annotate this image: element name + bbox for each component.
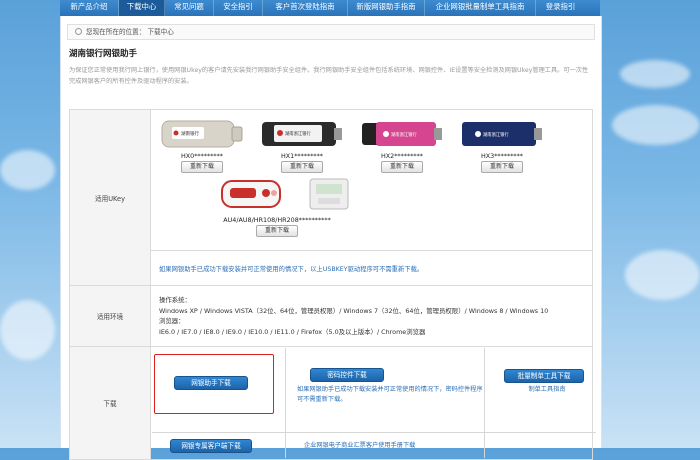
ukey-name: HX0********* xyxy=(180,152,223,160)
nav-item-assistant-guide[interactable]: 新版网银助手指南 xyxy=(348,0,425,16)
nav-item-download-center[interactable]: 下载中心 xyxy=(119,0,165,16)
location-icon xyxy=(75,28,82,35)
download-area: 网银助手下载 密码控件下载 如果网银助手已成功下载安装并可正常使用的情况下，密码… xyxy=(152,348,596,458)
os-list: Windows XP / Windows VISTA（32位、64位，管理员权限… xyxy=(159,306,549,315)
page-title: 湖南银行网银助手 xyxy=(69,49,138,59)
nav-item-security-guide[interactable]: 安全指引 xyxy=(214,0,263,16)
background-cloud xyxy=(0,300,55,360)
ukey-product-hx0: 湖南银行 HX0********* 重新下载 xyxy=(160,119,244,173)
driver-note: 如果网银助手已成功下载安装并可正常使用的情况下，以上USBKEY驱动程序可不需重… xyxy=(150,250,593,286)
nav-item-new-products[interactable]: 新产品介绍 xyxy=(60,0,119,16)
ukey-name: HX2********* xyxy=(380,152,423,160)
security-control-note: 如果网银助手已成功下载安装并可正常使用的情况下，密码控件程序可不需重新下载。 xyxy=(297,386,483,403)
usb-key-hx0-icon: 湖南银行 xyxy=(161,120,243,148)
nav-item-faq[interactable]: 常见问题 xyxy=(165,0,214,16)
usb-key-hx2-icon: 湖南浙江银行 xyxy=(362,122,442,146)
manual-download-link[interactable]: 企业网银电子商业汇票客户使用手册下载 xyxy=(304,441,474,451)
usb-key-hx1-icon: 湖南浙江银行 xyxy=(262,122,342,146)
ukey-name: HX1********* xyxy=(280,152,323,160)
redownload-button[interactable]: 重新下载 xyxy=(255,225,298,237)
svg-text:湖南浙江银行: 湖南浙江银行 xyxy=(391,131,417,138)
nav-item-first-login-guide[interactable]: 客户首次登陆指南 xyxy=(263,0,348,16)
ukey-product-hx3: 湖南浙江银行 HX3********* 重新下载 xyxy=(460,119,544,173)
nav-item-batch-tool-guide[interactable]: 企业网银批量制单工具指南 xyxy=(425,0,536,16)
env-info: 操作系统： Windows XP / Windows VISTA（32位、64位… xyxy=(150,285,593,347)
main-nav: 新产品介绍 下载中心 常见问题 安全指引 客户首次登陆指南 新版网银助手指南 企… xyxy=(60,0,600,16)
background-cloud xyxy=(625,250,700,300)
svg-text:湖南银行: 湖南银行 xyxy=(181,130,199,137)
browser-title: 浏览器： xyxy=(159,317,185,325)
ukey-product-hx1: 湖南浙江银行 HX1********* 重新下载 xyxy=(260,119,344,173)
nav-item-login-guide[interactable]: 登录指引 xyxy=(536,0,585,16)
ukey-label: 适用UKey xyxy=(69,109,151,286)
batch-tool-guide-link[interactable]: 制单工具指南 xyxy=(507,385,587,395)
batch-tool-download-button[interactable]: 批量制单工具下载 xyxy=(504,369,584,383)
download-label: 下载 xyxy=(69,346,151,460)
usb-key-au-icon xyxy=(221,178,349,210)
helper-download-button[interactable]: 网银助手下载 xyxy=(174,376,248,390)
client-download-button[interactable]: 网银专属客户端下载 xyxy=(170,439,252,453)
env-label: 适用环境 xyxy=(69,285,151,347)
download-table: 适用UKey 湖南银行 HX0********* 重新下载 湖南浙江银行 HX1… xyxy=(69,109,596,460)
ukey-product-au: AU4/AU8/HR108/HR208********** 重新下载 xyxy=(182,177,372,237)
redownload-button[interactable]: 重新下载 xyxy=(180,161,223,173)
usb-key-hx3-icon: 湖南浙江银行 xyxy=(462,122,542,146)
breadcrumb-current[interactable]: 下载中心 xyxy=(147,28,173,36)
svg-text:湖南浙江银行: 湖南浙江银行 xyxy=(483,131,509,138)
content-panel: 您现在所在的位置： 下载中心 湖南银行网银助手 为保证您正常使用我行网上银行，使… xyxy=(60,16,602,460)
security-control-download-button[interactable]: 密码控件下载 xyxy=(310,368,384,382)
os-title: 操作系统： xyxy=(159,296,191,304)
redownload-button[interactable]: 重新下载 xyxy=(480,161,523,173)
page-intro: 为保证您正常使用我行网上银行，使用网银Ukey的客户请先安装我行网银助手安全组件… xyxy=(69,67,589,85)
browser-list: IE6.0 / IE7.0 / IE8.0 / IE9.0 / IE10.0 /… xyxy=(159,327,426,336)
breadcrumb-prefix: 您现在所在的位置： xyxy=(86,28,146,36)
background-cloud xyxy=(0,150,55,190)
redownload-button[interactable]: 重新下载 xyxy=(280,161,323,173)
breadcrumb: 您现在所在的位置： 下载中心 xyxy=(67,24,595,40)
redownload-button[interactable]: 重新下载 xyxy=(380,161,423,173)
ukey-name: AU4/AU8/HR108/HR208********** xyxy=(223,216,331,224)
svg-text:湖南浙江银行: 湖南浙江银行 xyxy=(285,130,311,137)
ukey-product-hx2: 湖南浙江银行 HX2********* 重新下载 xyxy=(360,119,444,173)
ukey-products: 湖南银行 HX0********* 重新下载 湖南浙江银行 HX1*******… xyxy=(152,111,591,249)
background-cloud xyxy=(620,60,690,88)
background-cloud xyxy=(612,105,700,145)
ukey-name: HX3********* xyxy=(480,152,523,160)
